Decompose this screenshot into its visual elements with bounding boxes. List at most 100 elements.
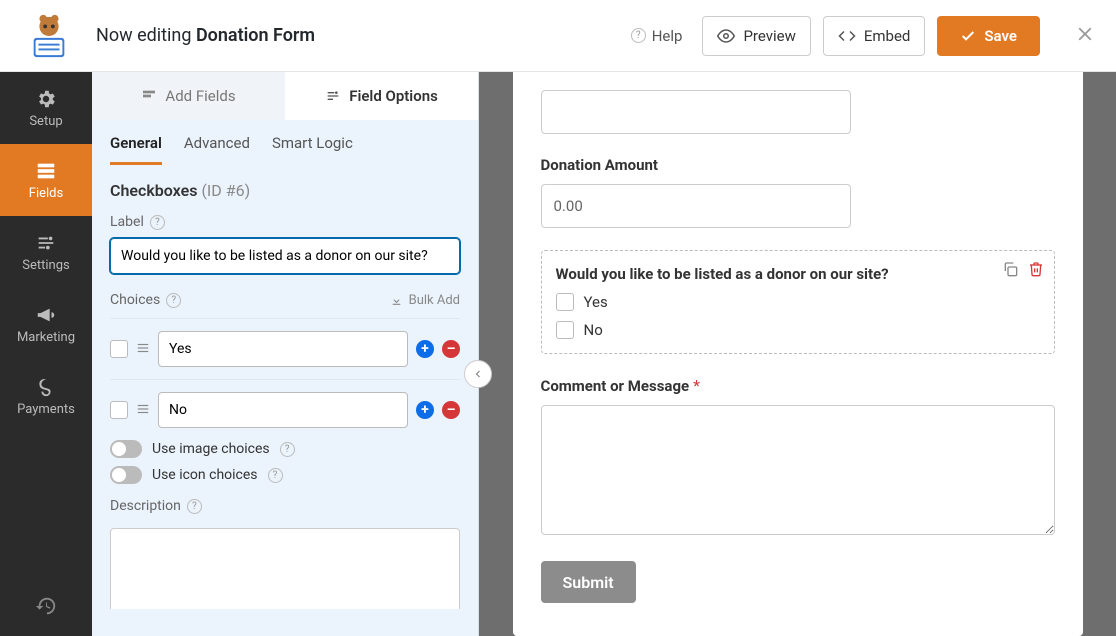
embed-button[interactable]: Embed — [823, 16, 926, 56]
help-icon[interactable]: ? — [280, 442, 295, 457]
field-id: (ID #6) — [201, 181, 250, 200]
sidebar-item-setup[interactable]: Setup — [0, 72, 92, 144]
tab-label: Field Options — [349, 87, 438, 105]
check-icon — [960, 28, 976, 44]
toggle-icon-choices[interactable]: Use icon choices ? — [110, 466, 460, 484]
choice-row: + – — [110, 379, 460, 428]
choice-row: + – — [110, 318, 460, 367]
add-choice-button[interactable]: + — [416, 340, 434, 358]
sliders-icon — [35, 232, 57, 254]
drag-handle-icon[interactable] — [136, 340, 150, 359]
checkbox-field-block[interactable]: Would you like to be listed as a donor o… — [541, 250, 1055, 354]
choices-caption: Choices — [110, 292, 160, 308]
add-fields-icon — [141, 88, 157, 104]
checkbox[interactable] — [556, 321, 574, 339]
gear-icon — [35, 88, 57, 110]
duplicate-field-button[interactable] — [1002, 261, 1018, 281]
sidebar-label: Settings — [22, 258, 69, 273]
choice-input[interactable] — [158, 331, 408, 367]
preview-label: Preview — [743, 27, 795, 45]
help-icon[interactable]: ? — [166, 293, 181, 308]
embed-label: Embed — [864, 27, 911, 45]
field-type: Checkboxes — [110, 181, 197, 200]
copy-icon — [1002, 261, 1018, 277]
subtab-general[interactable]: General — [110, 134, 162, 165]
question-label: Would you like to be listed as a donor o… — [556, 265, 1040, 283]
form-card: Donation Amount Would you like to be lis… — [513, 66, 1083, 636]
choice-default-checkbox[interactable] — [110, 340, 128, 358]
bulk-add-button[interactable]: Bulk Add — [390, 293, 460, 308]
preview-text-input[interactable] — [541, 90, 851, 134]
help-icon[interactable]: ? — [268, 468, 283, 483]
sidebar-item-settings[interactable]: Settings — [0, 216, 92, 288]
submit-button[interactable]: Submit — [541, 561, 636, 603]
checkbox-option[interactable]: Yes — [556, 293, 1040, 311]
help-icon[interactable]: ? — [187, 499, 202, 514]
drag-handle-icon[interactable] — [136, 401, 150, 420]
donation-amount-label: Donation Amount — [541, 156, 1055, 174]
help-button[interactable]: ? Help — [631, 27, 683, 45]
trash-icon — [1028, 261, 1044, 277]
main-sidebar: Setup Fields Settings Marketing Payments — [0, 0, 92, 636]
delete-field-button[interactable] — [1028, 261, 1044, 281]
remove-choice-button[interactable]: – — [442, 340, 460, 358]
description-caption: Description — [110, 498, 181, 514]
embed-icon — [838, 27, 856, 45]
save-button[interactable]: Save — [937, 16, 1040, 56]
editing-title: Now editing Donation Form — [96, 25, 315, 46]
toggle-switch[interactable] — [110, 466, 142, 484]
sidebar-item-marketing[interactable]: Marketing — [0, 288, 92, 360]
toggle-label: Use icon choices — [152, 467, 258, 483]
toggle-switch[interactable] — [110, 440, 142, 458]
subtab-smart-logic[interactable]: Smart Logic — [272, 134, 353, 165]
form-name: Donation Form — [196, 25, 315, 46]
add-choice-button[interactable]: + — [416, 401, 434, 419]
bullhorn-icon — [35, 304, 57, 326]
option-label: Yes — [584, 293, 608, 311]
donation-amount-input[interactable] — [541, 184, 851, 228]
toggle-image-choices[interactable]: Use image choices ? — [110, 440, 460, 458]
subtab-advanced[interactable]: Advanced — [184, 134, 250, 165]
checkbox[interactable] — [556, 293, 574, 311]
top-actions: ? Help Preview Embed Save — [631, 16, 1096, 56]
save-label: Save — [984, 27, 1017, 45]
field-options-panel: Add Fields Field Options General Advance… — [92, 0, 479, 636]
sidebar-item-payments[interactable]: Payments — [0, 360, 92, 432]
preview-button[interactable]: Preview — [702, 16, 810, 56]
form-preview-area: Donation Amount Would you like to be lis… — [479, 0, 1116, 636]
eye-icon — [717, 27, 735, 45]
history-icon — [35, 595, 57, 617]
download-icon — [390, 294, 403, 307]
fields-icon — [35, 160, 57, 182]
help-icon: ? — [631, 28, 646, 43]
comment-textarea[interactable] — [541, 405, 1055, 535]
tab-field-options[interactable]: Field Options — [285, 72, 478, 120]
choice-default-checkbox[interactable] — [110, 401, 128, 419]
app-logo — [20, 7, 78, 65]
close-icon — [1074, 23, 1096, 45]
help-label: Help — [652, 27, 683, 45]
choice-input[interactable] — [158, 392, 408, 428]
description-textarea[interactable] — [110, 528, 460, 609]
sidebar-label: Setup — [29, 114, 62, 129]
dollar-icon — [35, 376, 57, 398]
sidebar-item-fields[interactable]: Fields — [0, 144, 92, 216]
editing-prefix: Now editing — [96, 25, 196, 46]
close-button[interactable] — [1074, 23, 1096, 49]
sidebar-label: Marketing — [17, 330, 75, 345]
label-caption: Label — [110, 214, 144, 230]
toggle-label: Use image choices — [152, 441, 270, 457]
help-icon[interactable]: ? — [150, 215, 165, 230]
chevron-left-icon — [472, 368, 484, 380]
bulk-add-label: Bulk Add — [409, 293, 460, 308]
remove-choice-button[interactable]: – — [442, 401, 460, 419]
sidebar-label: Fields — [29, 186, 63, 201]
collapse-panel-button[interactable] — [464, 360, 492, 388]
label-input[interactable] — [110, 238, 460, 274]
tab-label: Add Fields — [165, 87, 235, 105]
tab-add-fields[interactable]: Add Fields — [92, 72, 285, 120]
comment-label: Comment or Message — [541, 377, 690, 395]
history-button[interactable] — [0, 576, 92, 636]
sidebar-label: Payments — [17, 402, 75, 417]
checkbox-option[interactable]: No — [556, 321, 1040, 339]
